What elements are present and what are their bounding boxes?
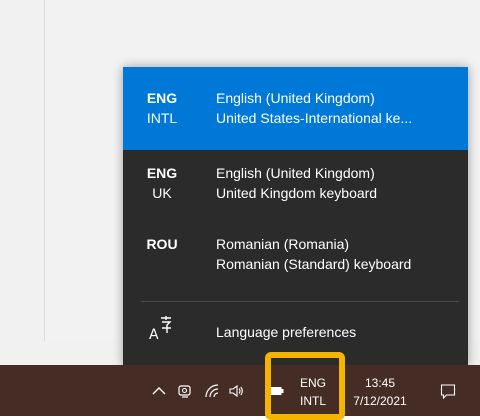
highlight-annotation xyxy=(265,352,345,420)
taskbar: ENG INTL 13:45 7/12/2021 xyxy=(0,365,480,416)
language-code-line2: INTL xyxy=(146,110,178,126)
wifi-icon[interactable] xyxy=(200,365,224,416)
language-code: ENG INTL xyxy=(123,88,201,128)
language-description: English (United Kingdom) United States-I… xyxy=(216,88,462,128)
language-code: ENG UK xyxy=(123,163,201,203)
language-name: English (United Kingdom) xyxy=(216,165,375,181)
svg-text:A: A xyxy=(149,327,159,343)
language-name: Romanian (Romania) xyxy=(216,236,350,252)
language-item-eng-intl[interactable]: ENG INTL English (United Kingdom) United… xyxy=(123,67,468,150)
keyboard-layout-name: Romanian (Standard) keyboard xyxy=(216,256,412,272)
language-item-eng-uk[interactable]: ENG UK English (United Kingdom) United K… xyxy=(123,150,468,222)
clock-date: 7/12/2021 xyxy=(353,394,407,408)
keyboard-layout-name: United States-International ke... xyxy=(216,110,413,126)
language-code-line2: UK xyxy=(152,185,172,201)
action-center-icon[interactable] xyxy=(436,365,460,416)
speaker-icon[interactable] xyxy=(224,365,248,416)
language-preferences-icon[interactable]: A xyxy=(147,313,177,343)
language-code-line1: ROU xyxy=(146,236,178,252)
language-description: English (United Kingdom) United Kingdom … xyxy=(216,163,462,203)
chevron-up-icon[interactable] xyxy=(149,365,169,416)
language-name: English (United Kingdom) xyxy=(216,90,375,106)
divider xyxy=(141,301,459,302)
language-item-rou[interactable]: ROU Romanian (Romania) Romanian (Standar… xyxy=(123,222,468,294)
clock[interactable]: 13:45 7/12/2021 xyxy=(346,375,414,409)
language-code: ROU xyxy=(123,234,201,254)
clock-time: 13:45 xyxy=(364,376,396,390)
keyboard-layout-name: United Kingdom keyboard xyxy=(216,185,378,201)
language-description: Romanian (Romania) Romanian (Standard) k… xyxy=(216,234,462,274)
input-language-flyout: ENG INTL English (United Kingdom) United… xyxy=(123,67,468,367)
meet-now-icon[interactable] xyxy=(173,365,197,416)
language-code-line1: ENG xyxy=(146,90,178,106)
language-code-line1: ENG xyxy=(146,165,178,181)
language-preferences-link[interactable]: Language preferences xyxy=(216,322,356,342)
